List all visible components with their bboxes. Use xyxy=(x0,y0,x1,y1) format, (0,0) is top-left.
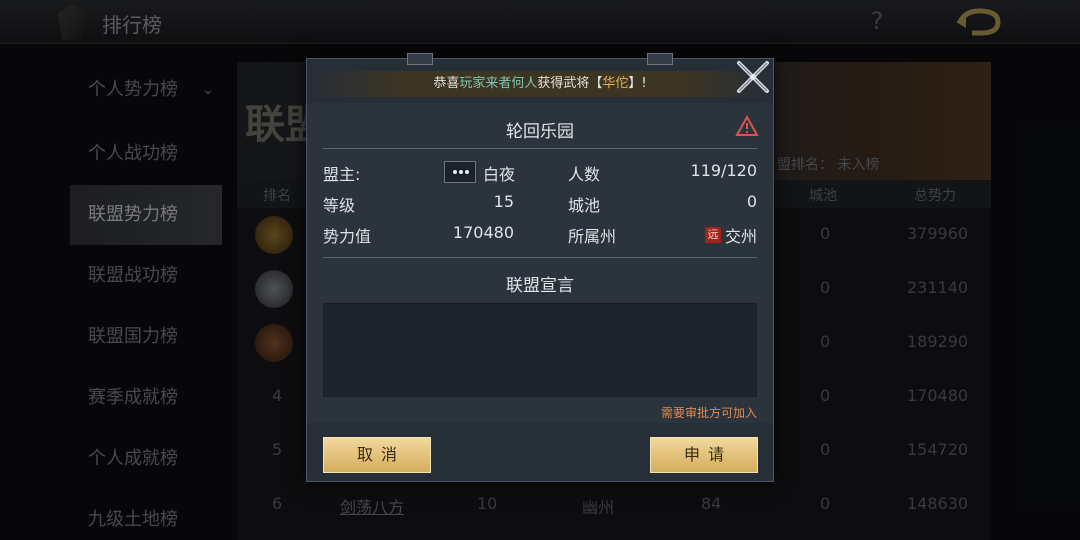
leader-name: 白夜 xyxy=(483,165,516,184)
state-tag-icon: 远 xyxy=(705,227,721,243)
notice-middle: 获得武将【 xyxy=(537,76,603,91)
level-label: 等级 xyxy=(323,196,356,215)
state-value: 交州 xyxy=(724,227,757,246)
chat-dot xyxy=(465,170,469,174)
chat-dot xyxy=(459,170,463,174)
warning-icon xyxy=(735,114,759,136)
frame-ornament-icon xyxy=(407,53,433,65)
chat-leader-button[interactable] xyxy=(444,161,476,183)
power-label: 势力值 xyxy=(323,227,372,246)
notice-prefix: 恭喜 xyxy=(433,76,460,91)
leader-label: 盟主: xyxy=(323,165,361,184)
apply-button[interactable]: 申请 xyxy=(650,437,758,473)
divider xyxy=(323,257,757,258)
notice-player-name: 玩家来者何人 xyxy=(459,76,538,91)
state-label: 所属州 xyxy=(568,227,617,246)
close-button[interactable] xyxy=(735,59,771,95)
approval-note: 需要审批方可加入 xyxy=(660,406,757,420)
notice-general-name: 华佗 xyxy=(602,76,629,91)
members-value: 119/120 xyxy=(690,161,757,180)
broadcast-notice: 恭喜玩家来者何人获得武将【华佗】! xyxy=(307,71,773,97)
declaration-box xyxy=(323,303,757,397)
city-label: 城池 xyxy=(568,196,601,215)
alliance-info-panel: 轮回乐园 盟主: 白夜 人数 119/120 等级 15 城池 0 势力值 17… xyxy=(307,103,773,423)
members-label: 人数 xyxy=(568,165,601,184)
frame-ornament-icon xyxy=(647,53,673,65)
level-value: 15 xyxy=(493,192,514,211)
divider xyxy=(323,148,757,149)
alliance-info-dialog: 恭喜玩家来者何人获得武将【华佗】! 轮回乐园 盟主: 白夜 人数 119/120 xyxy=(306,53,774,482)
alliance-name: 轮回乐园 xyxy=(506,122,574,142)
declaration-title: 联盟宣言 xyxy=(506,276,574,296)
notice-suffix: 】! xyxy=(628,76,647,91)
city-value: 0 xyxy=(746,192,757,211)
close-icon xyxy=(737,61,769,93)
power-value: 170480 xyxy=(452,223,514,242)
report-button[interactable] xyxy=(735,114,759,137)
cancel-button[interactable]: 取消 xyxy=(323,437,431,473)
chat-dot xyxy=(453,170,457,174)
